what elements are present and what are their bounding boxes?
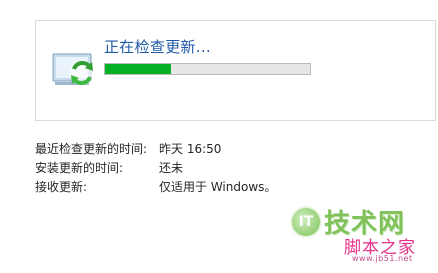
watermark-url-text: www.jb51.net bbox=[352, 254, 413, 263]
info-value: 还未 bbox=[159, 161, 184, 175]
windows-update-icon bbox=[52, 53, 94, 85]
info-label: 最近检查更新的时间: bbox=[35, 142, 148, 156]
info-row-receive-updates: 接收更新: 仅适用于 Windows。 bbox=[35, 178, 276, 197]
site-watermark: IT 技术网 脚本之家 www.jb51.net bbox=[292, 199, 438, 273]
info-row-installed: 安装更新的时间: 还未 bbox=[35, 159, 276, 178]
watermark-badge-icon: IT bbox=[292, 207, 320, 236]
info-value: 昨天 16:50 bbox=[159, 142, 222, 156]
progress-bar-fill bbox=[105, 64, 171, 74]
info-value: 仅适用于 Windows。 bbox=[159, 180, 277, 194]
info-label: 安装更新的时间: bbox=[35, 161, 124, 175]
update-status-panel: 正在检查更新... bbox=[35, 20, 436, 121]
progress-bar bbox=[104, 63, 311, 75]
info-label: 接收更新: bbox=[35, 180, 88, 194]
update-info-list: 最近检查更新的时间: 昨天 16:50 安装更新的时间: 还未 接收更新: 仅适… bbox=[35, 140, 276, 197]
status-title: 正在检查更新... bbox=[104, 38, 212, 56]
info-row-last-checked: 最近检查更新的时间: 昨天 16:50 bbox=[35, 140, 276, 159]
